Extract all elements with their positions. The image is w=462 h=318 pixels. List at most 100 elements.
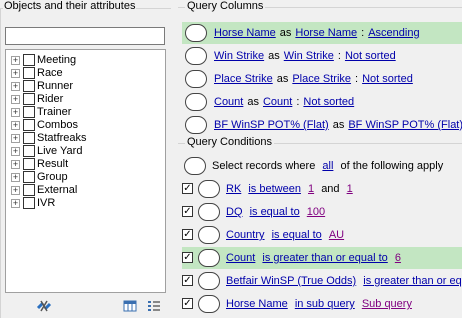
condition-checkbox[interactable]: ✓ — [182, 298, 193, 309]
column-sort-link[interactable]: Ascending — [368, 27, 419, 39]
tree-checkbox[interactable] — [23, 80, 35, 92]
tree-node-label: Result — [37, 158, 69, 170]
condition-value-link[interactable]: AU — [329, 229, 344, 241]
condition-checkbox[interactable]: ✓ — [182, 183, 193, 194]
column-field-link[interactable]: Count — [214, 96, 243, 108]
query-conditions-title: Query Conditions — [185, 136, 274, 149]
column-field-link[interactable]: Place Strike — [214, 73, 273, 85]
expand-icon[interactable]: + — [11, 160, 20, 169]
condition-field-link[interactable]: Country — [226, 229, 265, 241]
condition-row[interactable]: ✓ Betfair WinSP (True Odds) is greater t… — [182, 270, 462, 292]
expand-icon[interactable]: + — [11, 121, 20, 130]
columns-icon[interactable] — [121, 297, 139, 315]
expand-icon[interactable]: + — [11, 95, 20, 104]
expand-icon[interactable]: + — [11, 147, 20, 156]
row-handle[interactable] — [198, 226, 220, 244]
condition-value2-link[interactable]: 1 — [347, 183, 353, 195]
condition-value-link[interactable]: 6 — [395, 252, 401, 264]
condition-row[interactable]: ✓ Country is equal to AU — [182, 224, 462, 246]
tree-checkbox[interactable] — [23, 197, 35, 209]
row-handle[interactable] — [198, 249, 220, 267]
tree-checkbox[interactable] — [23, 67, 35, 79]
tree-checkbox[interactable] — [23, 184, 35, 196]
condition-operator-link[interactable]: in sub query — [295, 298, 355, 310]
column-alias-link[interactable]: Horse Name — [295, 27, 357, 39]
expand-icon[interactable]: + — [11, 186, 20, 195]
row-handle[interactable] — [185, 70, 207, 88]
condition-row[interactable]: ✓ RK is between 1 and 1 — [182, 178, 462, 200]
condition-value-link[interactable]: 100 — [307, 206, 325, 218]
expand-icon[interactable]: + — [11, 199, 20, 208]
column-field-link[interactable]: Win Strike — [214, 50, 264, 62]
tree-checkbox[interactable] — [23, 132, 35, 144]
condition-field-link[interactable]: Count — [226, 252, 255, 264]
column-sort-link[interactable]: Not sorted — [345, 50, 396, 62]
row-handle[interactable] — [184, 157, 206, 175]
colon-separator: : — [337, 50, 341, 62]
column-field-link[interactable]: Horse Name — [214, 27, 276, 39]
condition-operator-link[interactable]: is equal to — [272, 229, 322, 241]
query-column-row[interactable]: BF WinSP POT% (Flat) as BF WinSP POT% (Fla… — [182, 114, 462, 136]
condition-field-link[interactable]: RK — [226, 183, 241, 195]
as-label: as — [247, 96, 259, 108]
column-alias-link[interactable]: Count — [263, 96, 292, 108]
remove-link-icon[interactable] — [35, 297, 53, 315]
condition-checkbox[interactable]: ✓ — [182, 206, 193, 217]
tree-checkbox[interactable] — [23, 106, 35, 118]
column-field-link[interactable]: BF WinSP POT% (Flat) — [214, 119, 329, 131]
and-label: and — [321, 183, 340, 195]
row-handle[interactable] — [198, 295, 220, 313]
tree-node-label: Runner — [37, 80, 74, 92]
expand-icon[interactable]: + — [11, 69, 20, 78]
row-handle[interactable] — [185, 93, 207, 111]
condition-value-link[interactable]: 1 — [308, 183, 314, 195]
condition-checkbox[interactable]: ✓ — [182, 229, 193, 240]
column-sort-link[interactable]: Not sorted — [303, 96, 354, 108]
quantifier-link[interactable]: all — [318, 160, 337, 172]
row-handle[interactable] — [198, 272, 220, 290]
tree-checkbox[interactable] — [23, 54, 35, 66]
condition-operator-link[interactable]: is greater than or equal to — [363, 275, 462, 287]
apply-label: of the following apply — [340, 160, 444, 172]
row-handle[interactable] — [185, 47, 207, 65]
condition-operator-link[interactable]: is between — [248, 183, 301, 195]
expand-icon[interactable]: + — [11, 108, 20, 117]
row-handle[interactable] — [198, 203, 220, 221]
tree-checkbox[interactable] — [23, 171, 35, 183]
query-column-row[interactable]: Horse Name as Horse Name: Ascending — [182, 22, 462, 44]
condition-row[interactable]: ✓ Count is greater than or equal to 6 — [182, 247, 462, 269]
condition-checkbox[interactable]: ✓ — [182, 252, 193, 263]
expand-icon[interactable]: + — [11, 173, 20, 182]
condition-value-link[interactable]: Sub query — [362, 298, 412, 310]
row-handle[interactable] — [185, 24, 207, 42]
query-column-row[interactable]: Win Strike as Win Strike: Not sorted — [182, 45, 462, 67]
condition-field-link[interactable]: Betfair WinSP (True Odds) — [226, 275, 356, 287]
tree-node-label: Race — [37, 67, 63, 79]
row-handle[interactable] — [198, 180, 220, 198]
tree-checkbox[interactable] — [23, 119, 35, 131]
object-tree: + Meeting + Race + Runner + Rider + Trai… — [5, 49, 166, 293]
condition-row[interactable]: ✓ Horse Name in sub query Sub query — [182, 293, 462, 315]
row-handle[interactable] — [185, 116, 207, 134]
column-alias-link[interactable]: Place Strike — [292, 73, 351, 85]
tree-checkbox[interactable] — [23, 93, 35, 105]
list-icon[interactable] — [145, 297, 163, 315]
condition-operator-link[interactable]: is equal to — [250, 206, 300, 218]
condition-row[interactable]: ✓ DQ is equal to 100 — [182, 201, 462, 223]
column-sort-link[interactable]: Not sorted — [362, 73, 413, 85]
query-column-row[interactable]: Place Strike as Place Strike: Not sorted — [182, 68, 462, 90]
tree-checkbox[interactable] — [23, 158, 35, 170]
tree-node-label: External — [37, 184, 78, 196]
column-alias-link[interactable]: BF WinSP POT% (Flat) — [348, 119, 462, 131]
object-search-input[interactable] — [5, 27, 165, 45]
condition-field-link[interactable]: DQ — [226, 206, 243, 218]
expand-icon[interactable]: + — [11, 134, 20, 143]
expand-icon[interactable]: + — [11, 56, 20, 65]
condition-checkbox[interactable]: ✓ — [182, 275, 193, 286]
tree-checkbox[interactable] — [23, 145, 35, 157]
condition-operator-link[interactable]: is greater than or equal to — [262, 252, 387, 264]
condition-field-link[interactable]: Horse Name — [226, 298, 288, 310]
query-column-row[interactable]: Count as Count: Not sorted — [182, 91, 462, 113]
column-alias-link[interactable]: Win Strike — [284, 50, 334, 62]
expand-icon[interactable]: + — [11, 82, 20, 91]
